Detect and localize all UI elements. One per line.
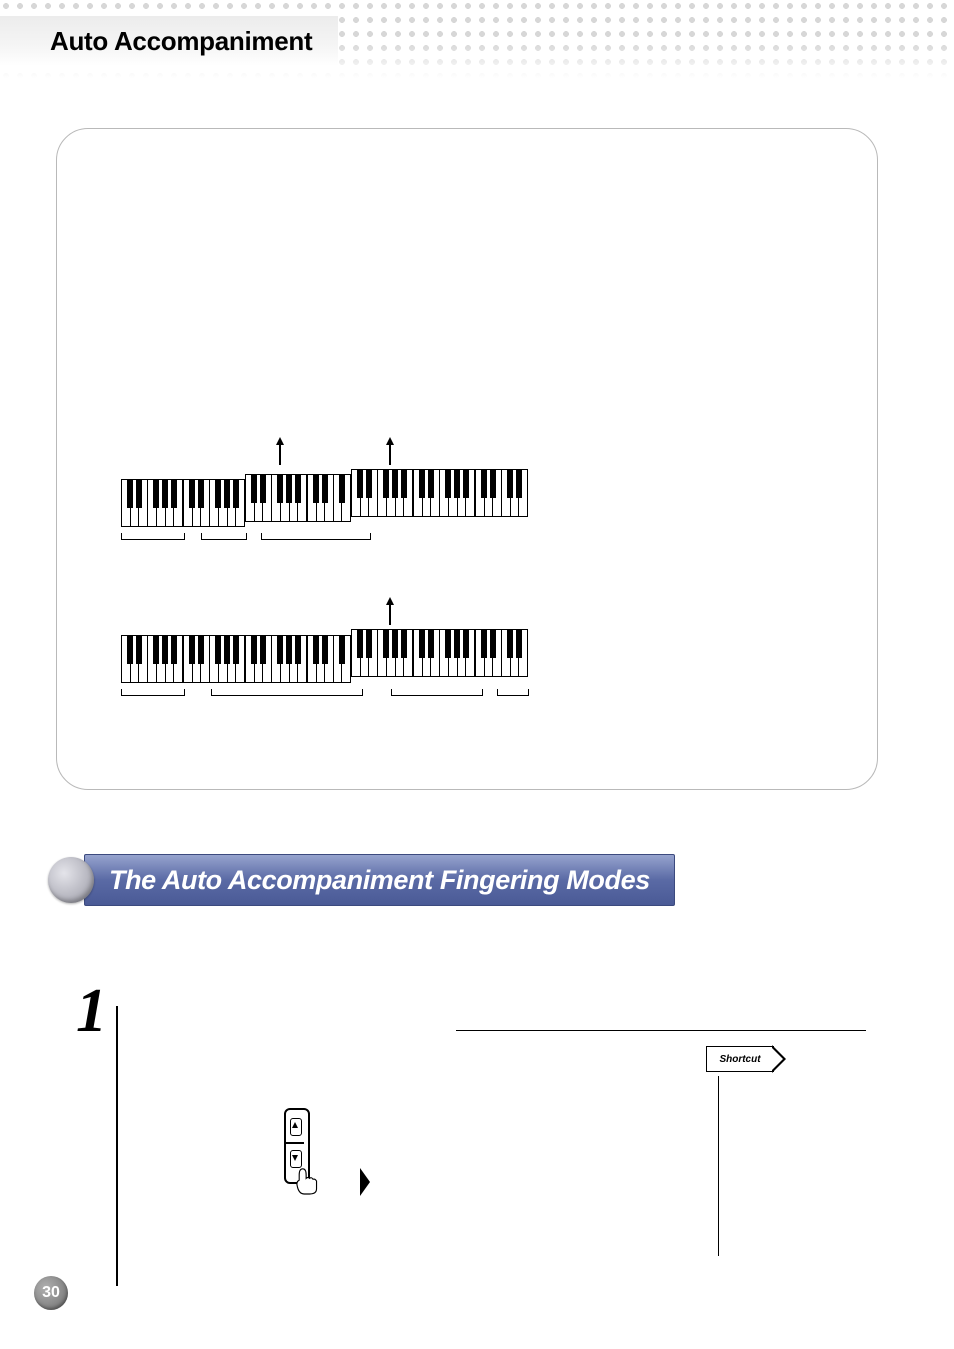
split-arrow-icon — [276, 437, 284, 445]
keyboard-diagram-upper — [121, 469, 528, 517]
section-title: Auto Accompaniment — [0, 16, 338, 66]
bracket — [261, 533, 371, 540]
heading-title: The Auto Accompaniment Fingering Modes — [84, 854, 675, 906]
split-arrow-icon — [386, 437, 394, 445]
column-divider — [456, 1030, 866, 1031]
menu-arrow-icon — [360, 1168, 370, 1196]
split-arrow-icon — [386, 597, 394, 605]
bracket — [391, 689, 483, 696]
bracket — [121, 533, 185, 540]
diagram-box — [56, 128, 878, 790]
step-vertical-rule — [116, 1006, 118, 1286]
triangle-down-icon — [292, 1155, 298, 1161]
heading-row: The Auto Accompaniment Fingering Modes — [48, 854, 675, 906]
page-number-badge: 30 — [34, 1276, 68, 1310]
bracket — [121, 689, 185, 696]
bracket — [497, 689, 529, 696]
heading-bullet-icon — [48, 857, 94, 903]
triangle-up-icon — [292, 1122, 298, 1128]
shortcut-badge: Shortcut — [706, 1046, 774, 1072]
shortcut-vertical-rule — [718, 1076, 719, 1256]
hand-press-icon — [294, 1166, 320, 1196]
step-number: 1 — [76, 976, 107, 1047]
scroll-control-illustration — [276, 1108, 316, 1196]
keyboard-diagram-lower — [121, 629, 528, 677]
shortcut-label: Shortcut — [719, 1054, 760, 1065]
bracket — [211, 689, 363, 696]
bracket — [201, 533, 247, 540]
